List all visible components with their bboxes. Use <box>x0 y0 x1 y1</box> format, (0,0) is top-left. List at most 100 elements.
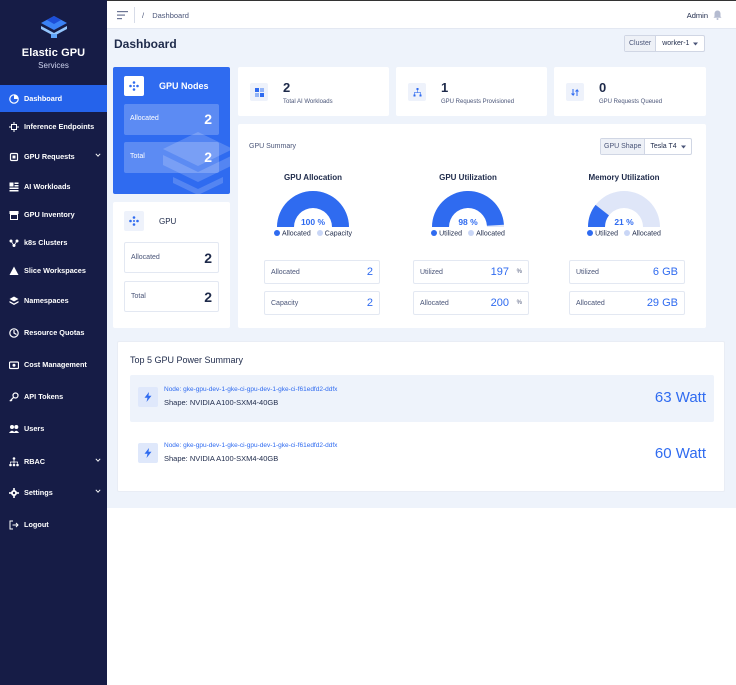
sidebar-item-logout[interactable]: Logout <box>0 511 107 538</box>
gpu-icon-box <box>124 211 144 231</box>
summary-row: Utilized 6 GB <box>569 260 685 284</box>
gpu-shape-label: GPU Shape <box>601 139 646 154</box>
gauge-gpu-allocation: GPU Allocation 100 % Allocated Capacity <box>238 173 388 238</box>
sidebar-item-gpu-inventory[interactable]: GPU Inventory <box>0 201 107 228</box>
legend-item[interactable]: Utilized <box>587 230 618 238</box>
gpu-shape-selector[interactable]: GPU Shape Tesla T4 <box>600 138 692 155</box>
chevron-down-icon <box>95 458 101 462</box>
stat-card-provisioned[interactable]: 1 GPU Requests Provisioned <box>396 67 547 116</box>
page-title: Dashboard <box>114 37 177 51</box>
power-node-name[interactable]: Node: gke-gpu-dev-1-gke-ci-gpu-dev-1-gke… <box>164 386 337 393</box>
chip-icon <box>9 152 19 161</box>
bell-icon[interactable] <box>713 10 722 20</box>
legend-item[interactable]: Allocated <box>624 230 661 238</box>
sidebar-item-gpu-requests[interactable]: GPU Requests <box>0 143 107 170</box>
bolt-icon-box <box>138 387 158 407</box>
breadcrumb: / Dashboard <box>142 11 189 20</box>
sidebar-item-settings[interactable]: Settings <box>0 479 107 506</box>
sidebar-item-users[interactable]: Users <box>0 415 107 442</box>
cluster-selector[interactable]: Cluster worker-1 <box>624 35 706 52</box>
sidebar-item-label: GPU Requests <box>24 152 75 161</box>
legend-item[interactable]: Utilized <box>431 230 462 238</box>
summary-row-label: Allocated <box>271 269 300 276</box>
sidebar-item-label: RBAC <box>24 457 46 466</box>
summary-row-label: Utilized <box>420 269 443 276</box>
summary-row: Utilized 197% <box>413 260 529 284</box>
sidebar-item-resource-quotas[interactable]: Resource Quotas <box>0 319 107 346</box>
legend-item[interactable]: Capacity <box>316 230 352 238</box>
gauge-percent: 21 % <box>614 217 634 227</box>
power-item[interactable]: Node: gke-gpu-dev-1-gke-ci-gpu-dev-1-gke… <box>130 431 714 478</box>
summary-row-unit: % <box>516 269 522 275</box>
gpu-nodes-total-value: 2 <box>204 149 212 165</box>
key-icon <box>9 391 19 402</box>
user-name[interactable]: Admin <box>687 11 708 20</box>
sidebar-item-api-tokens[interactable]: API Tokens <box>0 383 107 410</box>
legend-label: Utilized <box>439 230 463 238</box>
gauge-chart: 98 % <box>432 191 504 227</box>
gauge-legend: Utilized Allocated <box>549 230 699 238</box>
sidebar-item-label: AI Workloads <box>24 182 71 191</box>
nodes-icon <box>129 81 139 91</box>
chevron-down-icon <box>693 42 699 45</box>
legend-item[interactable]: Allocated <box>468 230 505 238</box>
gear-icon <box>9 487 19 498</box>
gpu-nodes-card: GPU Nodes Allocated 2 Total 2 <box>113 67 230 194</box>
bolt-icon-box <box>138 443 158 463</box>
sidebar-item-slice-workspaces[interactable]: Slice Workspaces <box>0 257 107 284</box>
gauge-legend: Allocated Capacity <box>238 230 388 238</box>
power-item[interactable]: Node: gke-gpu-dev-1-gke-ci-gpu-dev-1-gke… <box>130 375 714 422</box>
sidebar-item-inference-endpoints[interactable]: Inference Endpoints <box>0 113 107 140</box>
summary-row-value: 29 GB <box>646 297 678 309</box>
cluster-select[interactable]: worker-1 <box>656 36 704 51</box>
queue-icon <box>566 83 584 101</box>
summary-row: Capacity 2 <box>264 291 380 315</box>
gpu-icon <box>129 216 139 226</box>
gpu-allocated-label: Allocated <box>131 254 160 261</box>
topbar-divider <box>134 7 135 23</box>
brand-subtitle: Services <box>38 61 69 70</box>
arrows-icon <box>570 88 579 96</box>
chevron-down-icon <box>95 489 101 493</box>
gauge-percent: 100 % <box>301 217 326 227</box>
pie-chart-icon <box>9 93 19 104</box>
summary-row-value: 197 <box>490 266 509 278</box>
gpu-nodes-title: GPU Nodes <box>159 81 209 91</box>
stat-label: GPU Requests Queued <box>599 99 663 105</box>
brand: Elastic GPU Services <box>0 0 107 80</box>
legend-label: Allocated <box>632 230 661 238</box>
sidebar-item-dashboard[interactable]: Dashboard <box>0 85 107 112</box>
legend-label: Allocated <box>281 230 311 238</box>
layers-icon <box>9 296 19 305</box>
legend-dot-icon <box>624 230 631 236</box>
stat-value: 1 <box>441 80 449 95</box>
sidebar-item-cost-management[interactable]: Cost Management <box>0 351 107 378</box>
sidebar-item-ai-workloads[interactable]: AI Workloads <box>0 173 107 200</box>
power-summary-card: Top 5 GPU Power Summary Node: gke-gpu-de… <box>117 341 725 492</box>
menu-icon[interactable] <box>117 10 128 20</box>
legend-item[interactable]: Allocated <box>273 230 311 238</box>
gauge-title: Memory Utilization <box>588 173 660 182</box>
stat-card-queued[interactable]: 0 GPU Requests Queued <box>554 67 706 116</box>
sidebar: Elastic GPU Services Dashboard Inference … <box>0 0 107 685</box>
gpu-shape-select[interactable]: Tesla T4 <box>645 139 690 154</box>
gauge-title: GPU Utilization <box>439 173 497 182</box>
quota-icon <box>9 327 19 338</box>
gpu-nodes-allocated-label: Allocated <box>130 115 159 122</box>
gauge-chart: 100 % <box>277 190 349 227</box>
summary-row-label: Allocated <box>420 300 449 307</box>
cluster-icon <box>9 239 19 247</box>
sidebar-item-label: Settings <box>24 488 53 497</box>
breadcrumb-current[interactable]: Dashboard <box>152 11 189 20</box>
endpoint-icon <box>9 121 19 132</box>
sidebar-item-rbac[interactable]: RBAC <box>0 448 107 475</box>
summary-row-label: Utilized <box>576 269 599 276</box>
sidebar-item-namespaces[interactable]: Namespaces <box>0 287 107 314</box>
grid-icon <box>254 87 264 97</box>
brand-title: Elastic GPU <box>21 47 86 59</box>
stat-card-workloads[interactable]: 2 Total AI Workloads <box>238 67 389 116</box>
sidebar-item-k8s-clusters[interactable]: k8s Clusters <box>0 229 107 256</box>
power-node-name[interactable]: Node: gke-gpu-dev-1-gke-ci-gpu-dev-1-gke… <box>164 442 337 449</box>
power-shape: Shape: NVIDIA A100-SXM4-40GB <box>164 454 279 463</box>
sidebar-item-label: Dashboard <box>24 94 63 103</box>
